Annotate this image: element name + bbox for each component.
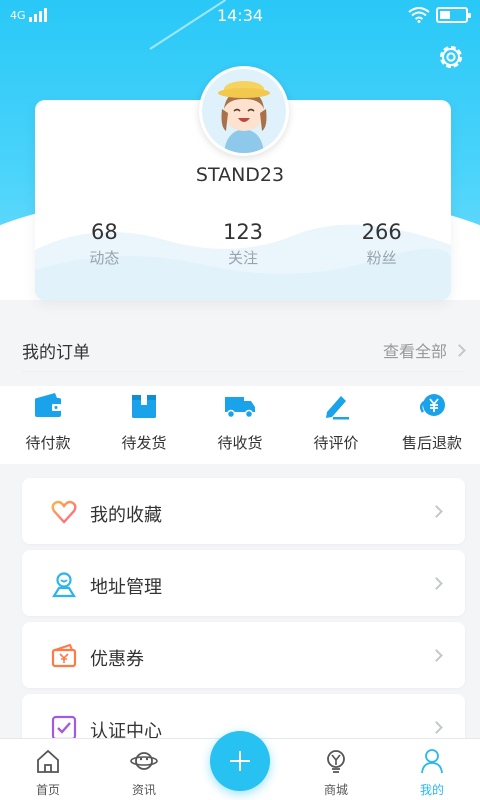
avatar[interactable]	[199, 66, 289, 156]
location-icon	[52, 572, 76, 598]
order-label: 待发货	[121, 434, 167, 452]
stat-followers[interactable]: 266 粉丝	[312, 220, 451, 268]
menu-label: 地址管理	[90, 577, 162, 598]
view-all-orders-link[interactable]: 查看全部	[382, 338, 466, 362]
stat-value: 266	[361, 220, 402, 244]
order-pending-shipment[interactable]: 待发货	[96, 386, 192, 464]
stat-label: 粉丝	[366, 249, 397, 267]
settings-gear-icon[interactable]	[436, 42, 466, 72]
menu-label: 我的收藏	[90, 505, 162, 526]
chevron-right-icon	[430, 577, 443, 590]
box-icon	[132, 395, 156, 418]
battery-icon	[436, 7, 471, 23]
nav-mine[interactable]: 我的	[384, 739, 480, 800]
stats-row: 68 动态 123 关注 266 粉丝	[35, 220, 451, 268]
stat-posts[interactable]: 68 动态	[35, 220, 174, 268]
view-all-label: 查看全部	[382, 342, 447, 361]
stat-label: 动态	[89, 249, 120, 267]
status-right	[408, 7, 471, 23]
nav-label: 首页	[35, 783, 60, 797]
menu-item-coupons[interactable]: 优惠券	[22, 622, 465, 688]
nav-news[interactable]: 资讯	[96, 739, 192, 800]
user-icon	[421, 749, 443, 774]
order-label: 售后退款	[401, 434, 462, 452]
truck-icon	[225, 397, 255, 419]
planet-icon	[130, 752, 158, 770]
stat-value: 68	[90, 220, 118, 244]
stat-value: 123	[222, 220, 264, 244]
order-pending-review[interactable]: 待评价	[288, 386, 384, 464]
heart-icon	[51, 500, 77, 524]
menu-item-addresses[interactable]: 地址管理	[22, 550, 465, 616]
avatar-illustration	[202, 69, 286, 153]
refund-yen-icon	[420, 394, 445, 416]
username: STAND23	[195, 164, 285, 186]
add-post-button[interactable]	[210, 731, 270, 791]
order-pending-receipt[interactable]: 待收货	[192, 386, 288, 464]
coupon-icon	[51, 643, 77, 668]
bulb-icon	[327, 750, 345, 773]
order-status-row: 待付款 待发货 待收货 待评价 售后退款	[0, 386, 480, 464]
nav-label: 商城	[323, 783, 348, 797]
menu-item-favorites[interactable]: 我的收藏	[22, 478, 465, 544]
chevron-right-icon	[453, 343, 466, 357]
nav-home[interactable]: 首页	[0, 739, 96, 800]
chevron-right-icon	[430, 649, 443, 662]
order-label: 待收货	[217, 434, 263, 452]
wifi-icon	[408, 7, 430, 23]
nav-label: 资讯	[131, 783, 156, 797]
order-label: 待付款	[25, 434, 71, 452]
stat-label: 关注	[228, 249, 259, 267]
chevron-right-icon	[430, 505, 443, 518]
orders-title: 我的订单	[22, 343, 90, 363]
orders-header: 我的订单 查看全部	[22, 330, 466, 372]
nav-mall[interactable]: 商城	[288, 739, 384, 800]
nav-label: 我的	[419, 783, 444, 797]
home-icon	[37, 749, 59, 773]
menu-label: 优惠券	[90, 649, 144, 670]
status-bar: 4G 14:34	[0, 0, 480, 32]
chevron-right-icon	[430, 721, 443, 734]
order-after-sales[interactable]: 售后退款	[384, 386, 480, 464]
pen-icon	[326, 396, 349, 420]
menu-list: 我的收藏 地址管理 优惠券 认证中心	[22, 478, 465, 766]
order-pending-payment[interactable]: 待付款	[0, 386, 96, 464]
order-label: 待评价	[313, 434, 359, 452]
stat-following[interactable]: 123 关注	[174, 220, 313, 268]
wallet-icon	[35, 393, 61, 417]
